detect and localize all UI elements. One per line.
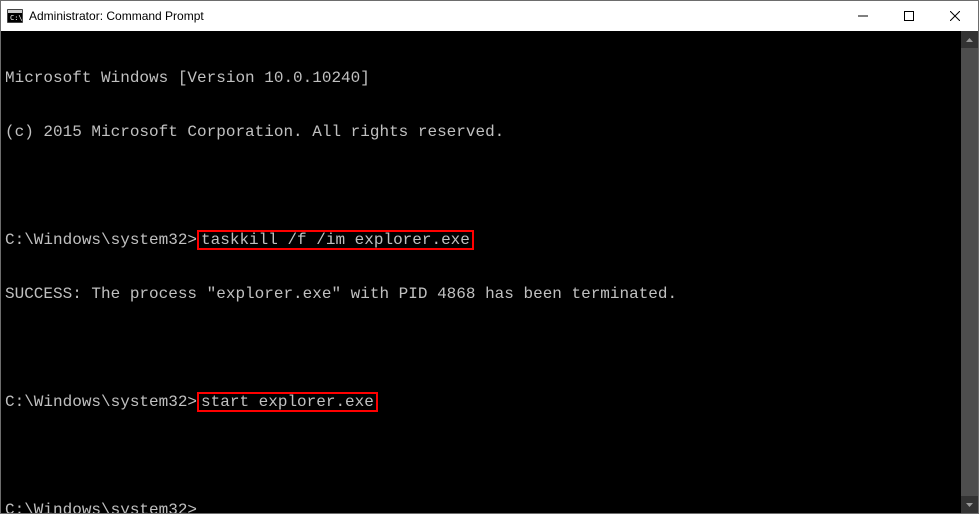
scrollbar-track[interactable] [961,48,978,496]
cmd-icon: C:\ [7,8,23,24]
window-controls [840,1,978,30]
window-title: Administrator: Command Prompt [29,9,204,23]
scroll-up-button[interactable] [961,31,978,48]
terminal-line [5,447,957,465]
terminal-line [5,339,957,357]
scroll-down-button[interactable] [961,496,978,513]
terminal-line [5,177,957,195]
terminal-line: C:\Windows\system32> [5,501,957,513]
close-button[interactable] [932,1,978,30]
prompt: C:\Windows\system32> [5,393,197,411]
highlighted-command: taskkill /f /im explorer.exe [197,230,474,250]
terminal-line: SUCCESS: The process "explorer.exe" with… [5,285,957,303]
terminal-line: Microsoft Windows [Version 10.0.10240] [5,69,957,87]
command-prompt-window: C:\ Administrator: Command Prompt Micros… [0,0,979,514]
titlebar[interactable]: C:\ Administrator: Command Prompt [1,1,978,31]
minimize-button[interactable] [840,1,886,30]
terminal-line: C:\Windows\system32>start explorer.exe [5,393,957,411]
prompt: C:\Windows\system32> [5,231,197,249]
terminal-line: (c) 2015 Microsoft Corporation. All righ… [5,123,957,141]
svg-text:C:\: C:\ [10,14,23,22]
terminal-content[interactable]: Microsoft Windows [Version 10.0.10240] (… [1,31,961,513]
maximize-button[interactable] [886,1,932,30]
highlighted-command: start explorer.exe [197,392,378,412]
scrollbar-thumb[interactable] [961,48,978,496]
vertical-scrollbar[interactable] [961,31,978,513]
terminal-line: C:\Windows\system32>taskkill /f /im expl… [5,231,957,249]
terminal-area: Microsoft Windows [Version 10.0.10240] (… [1,31,978,513]
